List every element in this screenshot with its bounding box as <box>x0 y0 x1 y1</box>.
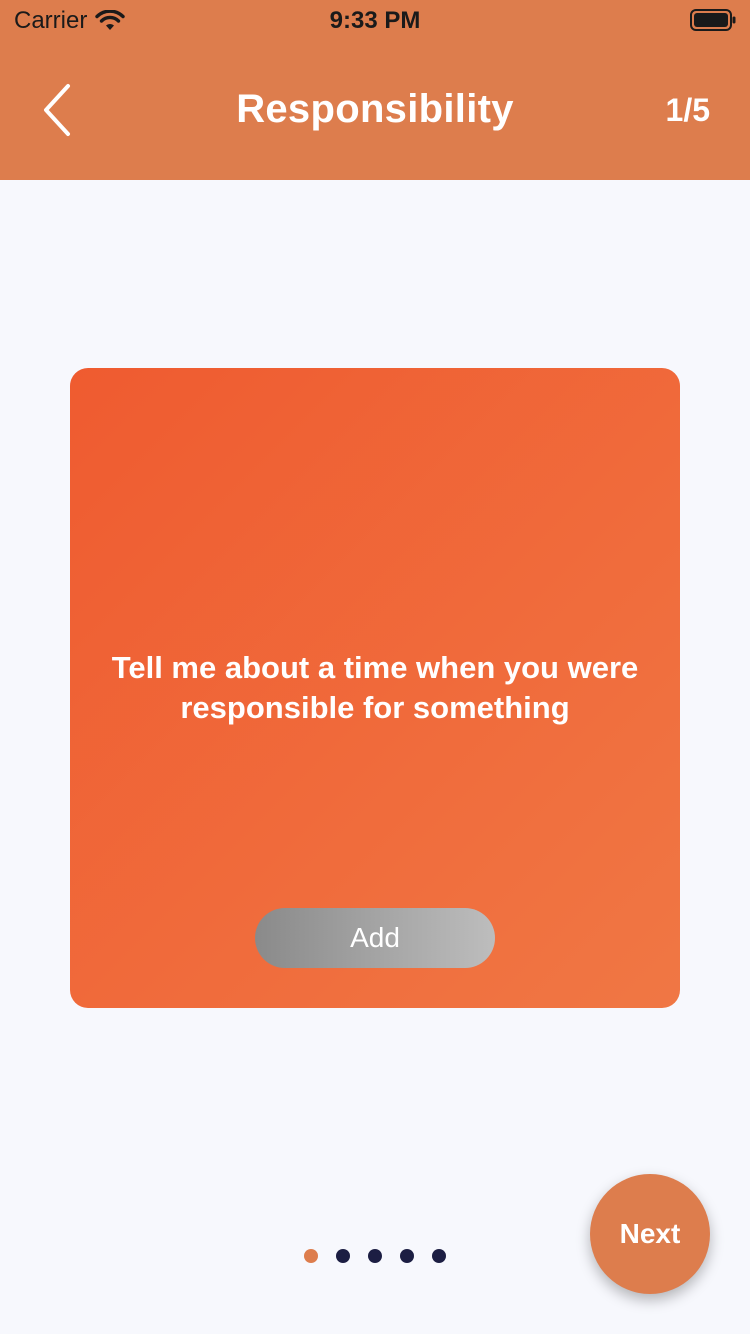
back-button[interactable] <box>30 80 84 140</box>
page-dot[interactable] <box>400 1249 414 1263</box>
question-counter: 1/5 <box>665 92 710 128</box>
question-text: Tell me about a time when you were respo… <box>111 650 639 725</box>
page-dot[interactable] <box>368 1249 382 1263</box>
header: Carrier 9:33 PM Responsibility 1/5 <box>0 0 750 180</box>
page-dot[interactable] <box>304 1249 318 1263</box>
chevron-left-icon <box>44 84 70 136</box>
add-button[interactable]: Add <box>255 908 495 968</box>
page-dot[interactable] <box>336 1249 350 1263</box>
page-title: Responsibility <box>236 87 514 131</box>
status-bar: Carrier 9:33 PM <box>0 0 750 40</box>
question-card: Tell me about a time when you were respo… <box>70 368 680 1008</box>
status-time: 9:33 PM <box>329 7 421 34</box>
battery-icon <box>690 9 736 31</box>
navigation-bar: Responsibility 1/5 <box>0 40 750 180</box>
page-dot[interactable] <box>432 1249 446 1263</box>
next-button[interactable]: Next <box>590 1174 710 1294</box>
